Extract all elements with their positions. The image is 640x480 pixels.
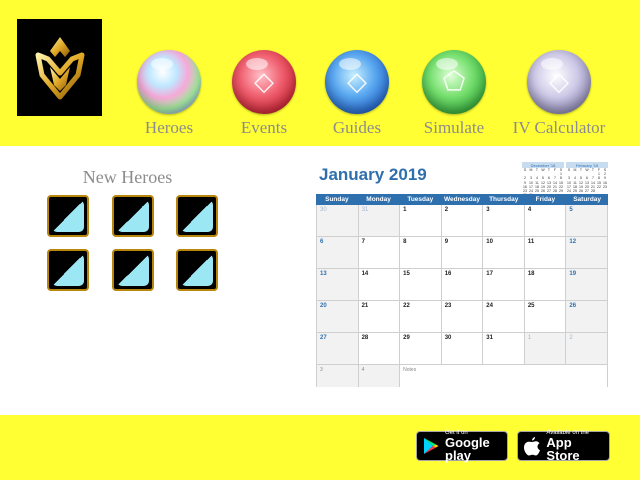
crest-emblem-icon — [35, 36, 84, 99]
page: Heroes ◇ Events ◇ Guides ⬠ Simulate ◇ IV… — [0, 0, 640, 480]
nav-iv-calculator[interactable]: ◇ IV Calculator — [504, 50, 614, 138]
calendar-day-cell: 21 — [358, 301, 401, 333]
calendar-day-cell: 9 — [441, 237, 484, 269]
hero-portrait-6[interactable] — [176, 249, 218, 291]
notes-day-cell: 3 — [317, 365, 359, 387]
rainbow-orb-icon — [137, 50, 201, 114]
calendar-day-cell: 4 — [524, 205, 567, 237]
weekday-header: Sunday — [325, 196, 349, 203]
nav-guides-label: Guides — [332, 118, 382, 137]
calendar-day-cell: 30 — [441, 333, 484, 365]
calendar-day-cell: 25 — [524, 301, 567, 333]
hero-portrait-2[interactable] — [112, 195, 154, 237]
calendar-image: January 2019 December '18 SMTWTFS1234567… — [316, 160, 608, 388]
google-play-icon — [423, 436, 439, 456]
mini-calendar-next-grid: S M T W T F S 1 2 3 4 5 6 7 8 9 10 11 12 13 14 15 16 17 18 19 20 21… — [566, 168, 608, 193]
weekday-header: Friday — [535, 196, 556, 203]
nav-heroes-label: Heroes — [144, 118, 194, 137]
calendar-day-cell: 13 — [317, 269, 359, 301]
calendar-days: 30 31 1 2 3 4 5 6 7 8 9 10 11 12 13 14 15 16 17 18 19 20 21 22 2… — [316, 205, 608, 365]
hero-portrait-1[interactable] — [47, 195, 89, 237]
calendar-day-cell: 19 — [566, 269, 608, 301]
green-orb-icon: ⬠ — [422, 50, 486, 114]
calendar-day-cell: 26 — [566, 301, 608, 333]
site-logo[interactable] — [17, 19, 102, 116]
hero-portrait-placeholder — [52, 200, 84, 232]
calendar-day-cell: 24 — [483, 301, 525, 333]
mini-calendar-prev-grid: S M T W T F S 1 2 3 4 5 6 7 8 9 10 11 12 13 14 15 16 17 18 19 20 21… — [522, 168, 564, 197]
calendar-day-cell: 30 — [317, 205, 359, 237]
apple-icon — [524, 436, 541, 456]
calendar-day-cell: 31 — [483, 333, 525, 365]
calendar-day-cell: 15 — [400, 269, 442, 301]
calendar-day-cell: 2 — [441, 205, 484, 237]
calendar-day-cell: 27 — [317, 333, 359, 365]
weekday-header: Monday — [366, 196, 391, 203]
calendar-day-cell: 12 — [566, 237, 608, 269]
google-play-big-text: Google play — [445, 435, 490, 463]
hero-portrait-3[interactable] — [176, 195, 218, 237]
nav-heroes[interactable]: Heroes — [114, 50, 224, 138]
mini-day — [602, 189, 608, 193]
calendar-day-cell: 29 — [400, 333, 442, 365]
nav-guides[interactable]: ◇ Guides — [302, 50, 412, 138]
calendar-notes-row: 3 4 Notes — [316, 365, 608, 387]
weekday-header: Saturday — [573, 196, 602, 203]
mini-calendar-prev: December '18 S M T W T F S 1 2 3 4 5 6 7 8 9 10 11 12 13 14 1… — [522, 162, 564, 197]
calendar-day-cell: 1 — [400, 205, 442, 237]
nav-simulate-label: Simulate — [423, 118, 485, 137]
footer-bar: Get it on Google play Available on the A… — [0, 415, 640, 480]
calendar-day-cell: 5 — [566, 205, 608, 237]
calendar-day-cell: 10 — [483, 237, 525, 269]
app-store-badge[interactable]: Available on the App Store — [517, 430, 610, 463]
hero-portrait-4[interactable] — [47, 249, 89, 291]
grey-orb-icon: ◇ — [527, 50, 591, 114]
calendar-day-cell: 7 — [358, 237, 401, 269]
weekday-header-row: Sunday Monday Tuesday Wednesday Thursday Frid… — [316, 194, 608, 205]
hero-portrait-placeholder — [117, 254, 149, 286]
red-orb-icon: ◇ — [232, 50, 296, 114]
calendar-day-cell: 8 — [400, 237, 442, 269]
blue-orb-icon: ◇ — [325, 50, 389, 114]
header-bar: Heroes ◇ Events ◇ Guides ⬠ Simulate ◇ IV… — [0, 0, 640, 146]
weekday-header: Thursday — [489, 196, 519, 203]
calendar-day-cell: 31 — [358, 205, 401, 237]
calendar-day-cell: 16 — [441, 269, 484, 301]
hero-portrait-placeholder — [117, 200, 149, 232]
calendar-grid: Sunday Monday Tuesday Wednesday Thursday Frid… — [316, 194, 608, 387]
weekday-header: Wednesday — [443, 196, 480, 203]
hero-portrait-placeholder — [181, 254, 213, 286]
new-heroes-title: New Heroes — [82, 167, 173, 187]
hero-portrait-5[interactable] — [112, 249, 154, 291]
nav-simulate[interactable]: ⬠ Simulate — [399, 50, 509, 138]
calendar-day-cell: 2 — [566, 333, 608, 365]
calendar-day-cell: 11 — [524, 237, 567, 269]
hero-portrait-placeholder — [52, 254, 84, 286]
nav-iv-calculator-label: IV Calculator — [512, 118, 606, 137]
notes-label: Notes — [400, 365, 608, 387]
calendar-day-cell: 28 — [358, 333, 401, 365]
calendar-day-cell: 1 — [524, 333, 567, 365]
calendar-day-cell: 14 — [358, 269, 401, 301]
calendar-day-cell: 18 — [524, 269, 567, 301]
app-store-big-text: App Store — [546, 435, 580, 463]
calendar-day-cell: 3 — [483, 205, 525, 237]
calendar-day-cell: 20 — [317, 301, 359, 333]
calendar-day-cell: 22 — [400, 301, 442, 333]
weekday-header: Tuesday — [407, 196, 434, 203]
notes-day-cell: 4 — [358, 365, 401, 387]
google-play-badge[interactable]: Get it on Google play — [416, 430, 508, 463]
hero-portrait-placeholder — [181, 200, 213, 232]
mini-calendar-next: February '19 S M T W T F S 1 2 3 4 5 6 7 8 9 10 11 12 13 14 1… — [566, 162, 608, 193]
calendar-title: January 2019 — [319, 165, 427, 184]
calendar-day-cell: 23 — [441, 301, 484, 333]
calendar-day-cell: 6 — [317, 237, 359, 269]
calendar-day-cell: 17 — [483, 269, 525, 301]
